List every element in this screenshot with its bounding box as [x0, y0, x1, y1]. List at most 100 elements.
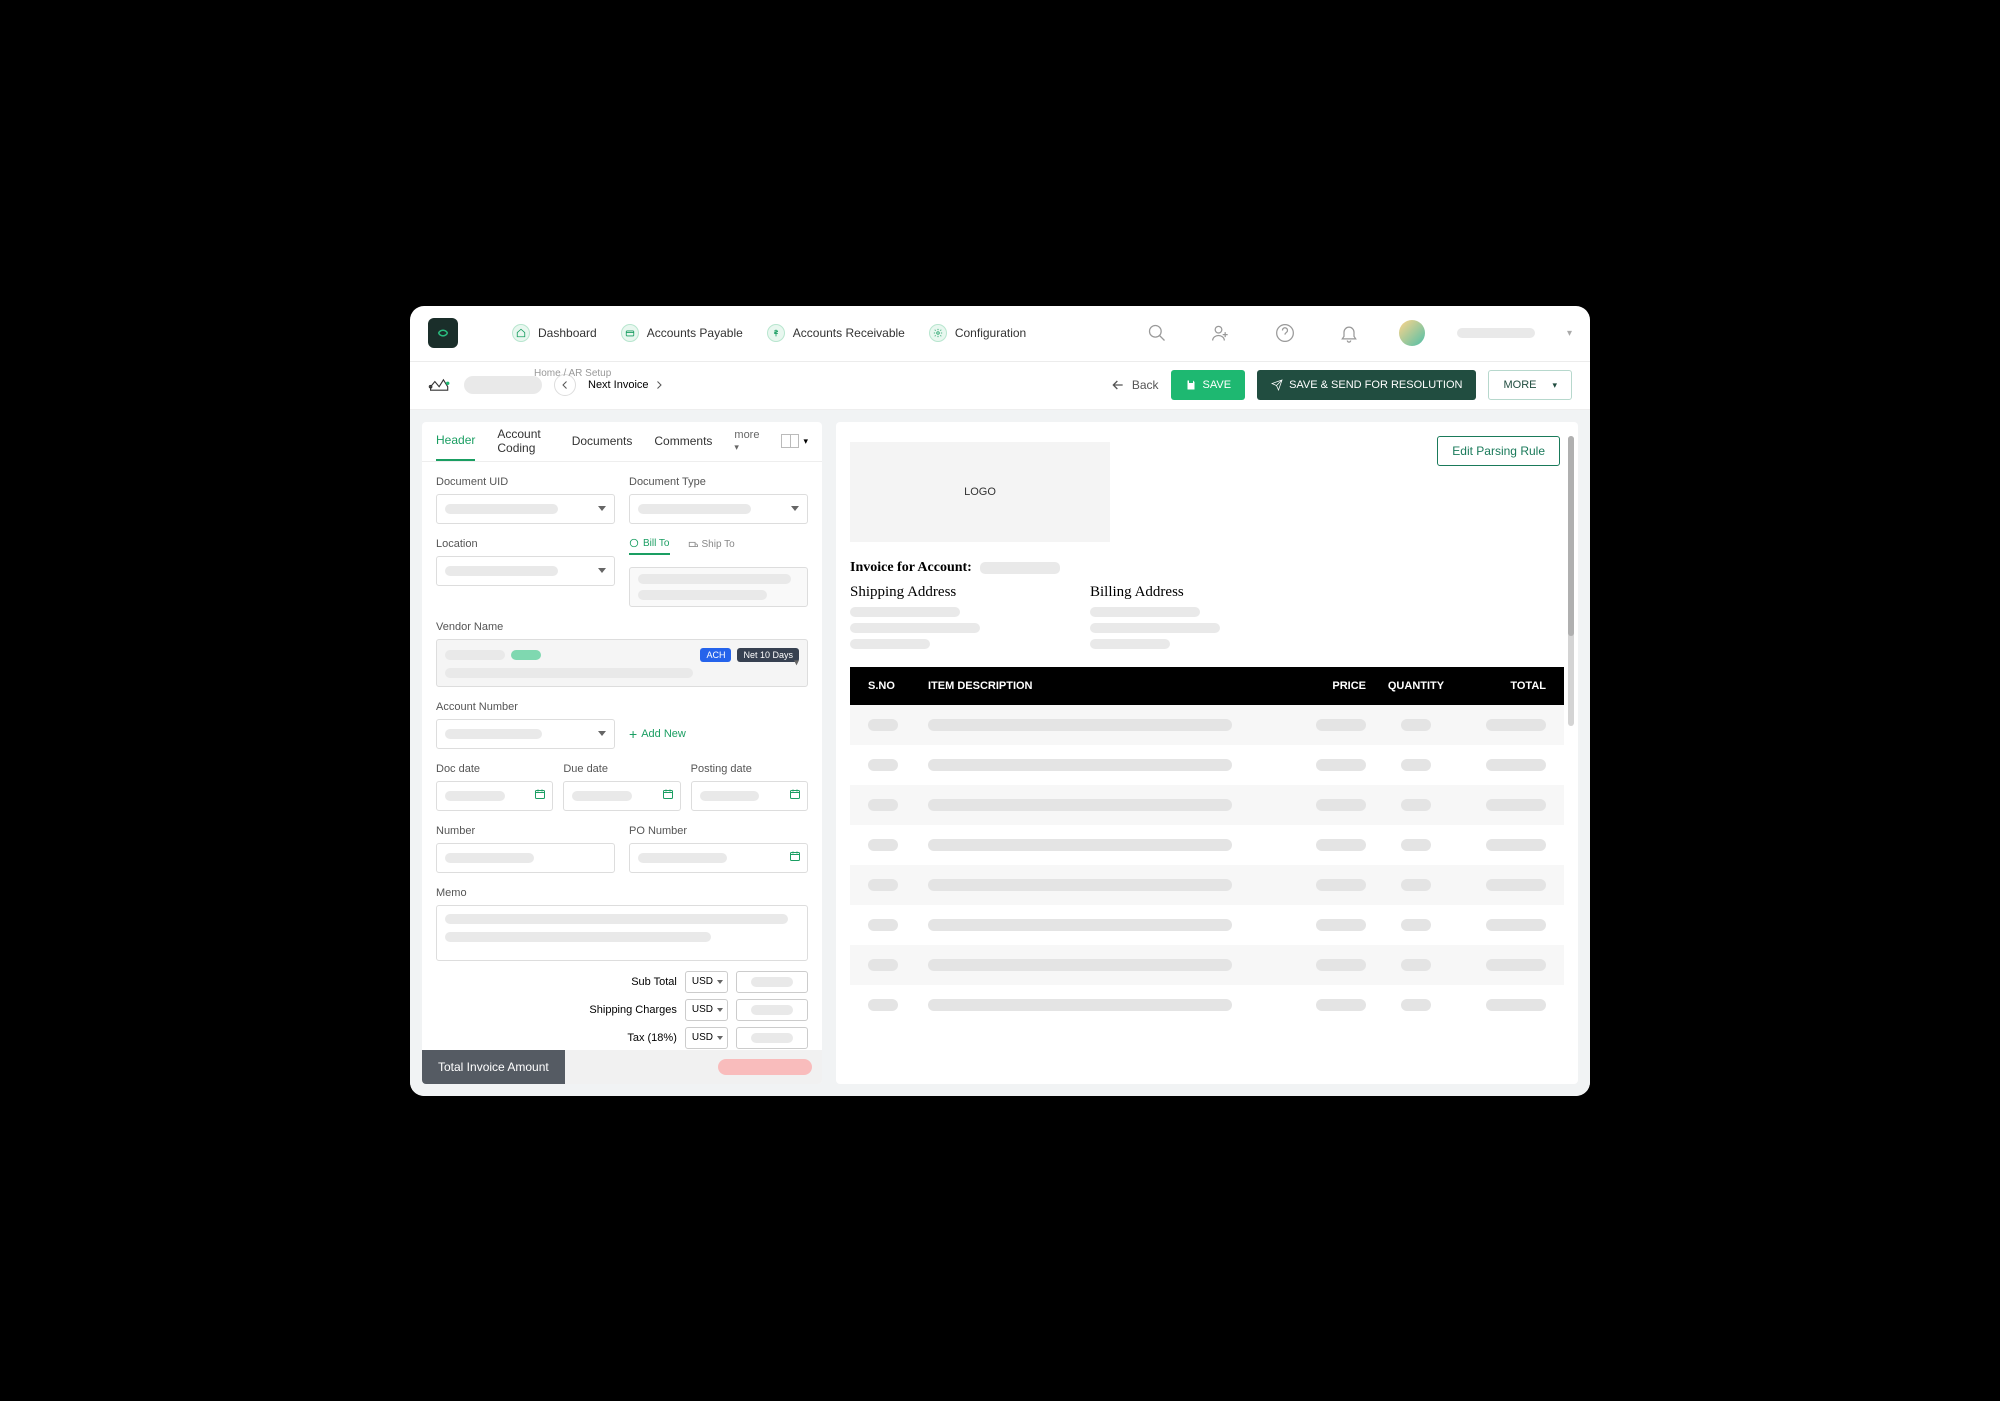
label-tax: Tax (18%) [627, 1032, 677, 1044]
breadcrumb-home[interactable]: Home [534, 368, 561, 379]
scrollbar[interactable] [1568, 436, 1574, 726]
posting-date-input[interactable] [691, 781, 808, 811]
billto-tab[interactable]: Bill To [629, 538, 670, 555]
col-total: TOTAL [1466, 680, 1546, 692]
users-icon[interactable] [1211, 323, 1231, 343]
chevron-down-icon: ▾ [794, 657, 799, 668]
shipping-currency-select[interactable]: USD [685, 999, 728, 1021]
label-sub-total: Sub Total [631, 976, 677, 988]
back-link[interactable]: Back [1110, 377, 1159, 393]
total-invoice-label: Total Invoice Amount [422, 1050, 565, 1084]
label-document-uid: Document UID [436, 476, 615, 488]
app-logo [428, 318, 458, 348]
label-vendor-name: Vendor Name [436, 621, 808, 633]
totals-section: Sub Total USD Shipping Charges USD Tax (… [436, 971, 808, 1049]
breadcrumb: Home / AR Setup [534, 368, 611, 379]
tax-amount-input[interactable] [736, 1027, 808, 1049]
form-area: Document UID Document Type Location [422, 462, 822, 1050]
chevron-down-icon[interactable]: ▾ [1567, 328, 1572, 339]
col-description: ITEM DESCRIPTION [928, 680, 1286, 692]
document-type-select[interactable] [629, 494, 808, 524]
nav-label: Accounts Receivable [793, 326, 905, 340]
vendor-select[interactable]: ACH Net 10 Days ▾ [436, 639, 808, 687]
logo-placeholder: LOGO [850, 442, 1110, 542]
label-doc-date: Doc date [436, 763, 553, 775]
nav-accounts-payable[interactable]: Accounts Payable [621, 324, 743, 342]
calendar-icon [662, 787, 674, 805]
status-badge [511, 650, 541, 660]
card-icon [621, 324, 639, 342]
billship-tabs: Bill To Ship To [629, 538, 808, 555]
table-row [850, 905, 1564, 945]
net-terms-badge: Net 10 Days [737, 648, 799, 662]
nav-configuration[interactable]: Configuration [929, 324, 1026, 342]
left-tabs: Header Account Coding Documents Comments… [422, 422, 822, 462]
col-quantity: QUANTITY [1366, 680, 1466, 692]
search-icon[interactable] [1147, 323, 1167, 343]
doc-date-input[interactable] [436, 781, 553, 811]
memo-input[interactable] [436, 905, 808, 961]
main-body: Header Account Coding Documents Comments… [410, 410, 1590, 1096]
help-icon[interactable] [1275, 323, 1295, 343]
next-invoice-button[interactable]: Next Invoice [588, 379, 665, 391]
table-row [850, 825, 1564, 865]
due-date-input[interactable] [563, 781, 680, 811]
ach-badge: ACH [700, 648, 731, 662]
notifications-icon[interactable] [1339, 323, 1359, 343]
label-account-number: Account Number [436, 701, 615, 713]
workflow-icon [428, 375, 452, 395]
add-new-button[interactable]: +Add New [629, 719, 808, 749]
table-row [850, 785, 1564, 825]
table-row [850, 985, 1564, 1025]
split-view-icon [781, 434, 799, 448]
calendar-icon [789, 787, 801, 805]
shipto-tab[interactable]: Ship To [688, 538, 735, 555]
calendar-icon [789, 849, 801, 867]
tab-comments[interactable]: Comments [654, 422, 712, 461]
save-send-button[interactable]: SAVE & SEND FOR RESOLUTION [1257, 370, 1476, 400]
label-number: Number [436, 825, 615, 837]
more-button[interactable]: MORE ▾ [1488, 370, 1572, 400]
subtotal-amount-input[interactable] [736, 971, 808, 993]
table-row [850, 745, 1564, 785]
po-number-input[interactable] [629, 843, 808, 873]
nav-label: Configuration [955, 326, 1026, 340]
view-toggle[interactable]: ▾ [781, 434, 808, 448]
document-preview: LOGO Invoice for Account: Shipping Addre… [850, 442, 1564, 1025]
total-invoice-amount [718, 1059, 812, 1075]
nav-accounts-receivable[interactable]: Accounts Receivable [767, 324, 905, 342]
shipping-amount-input[interactable] [736, 999, 808, 1021]
invoice-for-account: Invoice for Account: [850, 560, 1564, 576]
location-select[interactable] [436, 556, 615, 586]
nav-dashboard[interactable]: Dashboard [512, 324, 597, 342]
account-name-placeholder [1457, 328, 1535, 338]
shipping-address-heading: Shipping Address [850, 584, 980, 601]
address-display [629, 567, 808, 607]
col-price: PRICE [1286, 680, 1366, 692]
nav-label: Dashboard [538, 326, 597, 340]
tab-account-coding[interactable]: Account Coding [497, 422, 549, 461]
table-row [850, 865, 1564, 905]
col-sno: S.NO [868, 680, 928, 692]
gear-icon [929, 324, 947, 342]
record-name-placeholder [464, 376, 542, 394]
avatar[interactable] [1399, 320, 1425, 346]
account-number-select[interactable] [436, 719, 615, 749]
table-row [850, 945, 1564, 985]
label-location: Location [436, 538, 615, 550]
home-icon [512, 324, 530, 342]
tab-header[interactable]: Header [436, 422, 475, 461]
left-panel: Header Account Coding Documents Comments… [422, 422, 822, 1084]
total-invoice-footer: Total Invoice Amount [422, 1050, 822, 1084]
breadcrumb-page[interactable]: AR Setup [568, 368, 611, 379]
tax-currency-select[interactable]: USD [685, 1027, 728, 1049]
edit-parsing-rule-button[interactable]: Edit Parsing Rule [1437, 436, 1560, 466]
tab-documents[interactable]: Documents [572, 422, 633, 461]
address-row: Shipping Address Billing Address [850, 584, 1564, 649]
tab-more[interactable]: more ▾ [734, 429, 759, 453]
label-po-number: PO Number [629, 825, 808, 837]
document-uid-select[interactable] [436, 494, 615, 524]
save-button[interactable]: SAVE [1171, 370, 1246, 400]
number-input[interactable] [436, 843, 615, 873]
subtotal-currency-select[interactable]: USD [685, 971, 728, 993]
